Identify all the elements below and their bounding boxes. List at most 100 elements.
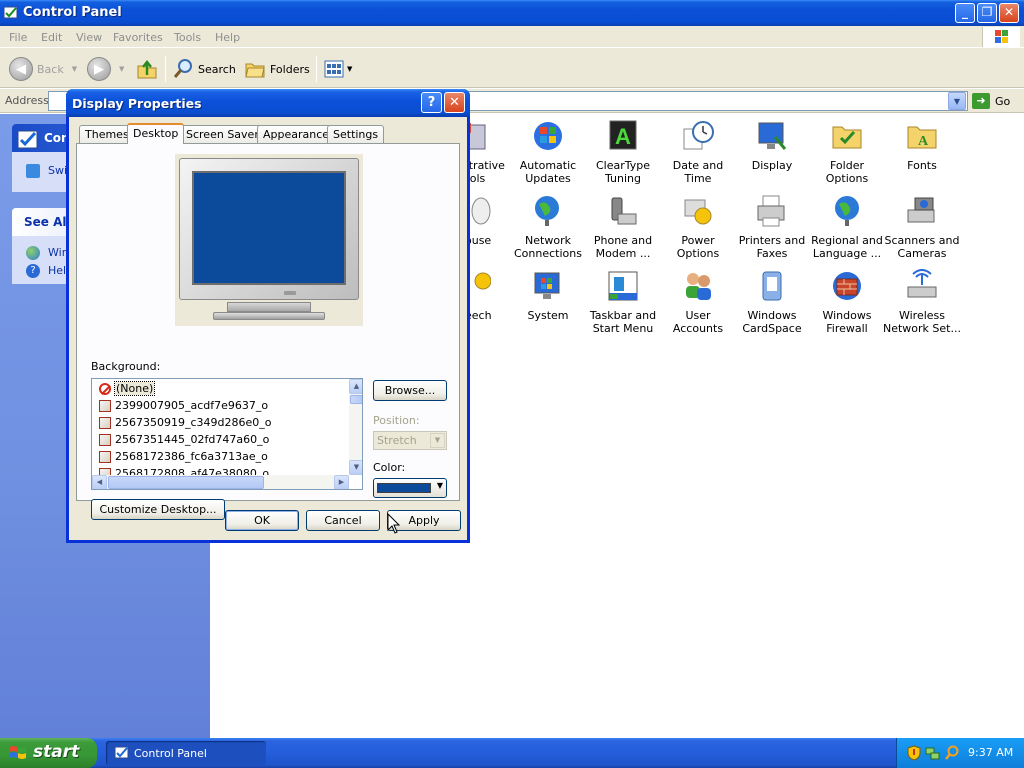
menu-edit[interactable]: Edit [41,31,62,44]
windows-logo-icon [982,27,1020,47]
menu-help[interactable]: Help [215,31,240,44]
network-status-icon[interactable] [925,745,941,761]
windows-firewall-item[interactable]: Windows Firewall [808,269,886,335]
scanners-cameras-item[interactable]: Scanners and Cameras [883,194,961,260]
ok-button[interactable]: OK [225,510,299,531]
window-title: Control Panel [23,5,122,20]
start-button[interactable]: start [0,738,97,768]
scroll-down-icon[interactable]: ▼ [349,460,362,475]
vertical-scrollbar[interactable]: ▲ ▼ [349,379,362,475]
chevron-down-icon: ▼ [71,65,78,73]
cleartype-tuning-item[interactable]: A ClearType Tuning [584,119,662,185]
list-item[interactable]: (None) [97,381,156,397]
address-dropdown-button[interactable]: ▼ [948,92,966,110]
menu-view[interactable]: View [76,31,102,44]
menu-tools[interactable]: Tools [174,31,201,44]
date-time-item[interactable]: Date and Time [659,119,737,185]
list-item[interactable]: 2399007905_acdf7e9637_o [97,398,268,414]
list-item[interactable]: 2567350919_c349d286e0_o [97,415,272,431]
desktop-tab-panel: Background: (None) 2399007905_acdf7e9637… [76,143,460,520]
browse-button[interactable]: Browse... [373,380,447,401]
firewall-icon [830,269,864,303]
user-accounts-item[interactable]: User Accounts [659,269,737,335]
address-label: Address [5,94,49,107]
desktop-preview-screen [192,171,346,285]
tab-appearance[interactable]: Appearance [257,125,336,143]
users-icon [681,269,715,303]
views-button[interactable]: ▼ [323,56,352,82]
control-panel-icon [3,6,18,19]
help-icon: ? [26,264,40,278]
phone-modem-item[interactable]: Phone and Modem ... [584,194,662,260]
position-select[interactable]: Stretch ▼ [373,431,447,450]
menu-bar: File Edit View Favorites Tools Help [0,26,1024,48]
restore-button[interactable]: ❐ [977,3,997,23]
svg-text:A: A [918,134,929,149]
taskbar-start-menu-item[interactable]: Taskbar and Start Menu [584,269,662,335]
folder-options-item[interactable]: Folder Options [808,119,886,185]
search-icon[interactable] [944,745,960,761]
wireless-icon [905,269,939,303]
close-button[interactable]: ✕ [999,3,1019,23]
back-button[interactable]: ◀ Back ▼ [9,56,77,82]
regional-language-item[interactable]: Regional and Language ... [808,194,886,260]
background-list[interactable]: (None) 2399007905_acdf7e9637_o 256735091… [91,378,363,490]
cleartype-icon: A [606,119,640,153]
help-button[interactable]: ? [421,92,442,113]
position-label: Position: [373,414,420,427]
tab-desktop[interactable]: Desktop [127,123,185,144]
scanner-icon [905,194,939,228]
globe-icon [830,194,864,228]
network-globe-icon [531,194,565,228]
color-picker-button[interactable]: ▼ [373,478,447,498]
up-folder-button[interactable] [136,56,158,82]
fonts-item[interactable]: A Fonts [883,119,961,172]
list-item[interactable]: 2567351445_02fd747a60_o [97,432,269,448]
monitor-base [213,312,325,320]
monitor-preview [175,154,363,326]
tab-screen-saver[interactable]: Screen Saver [180,125,265,143]
taskbar-icon [606,269,640,303]
power-icon [681,194,715,228]
color-swatch [377,483,431,493]
folder-options-icon [830,119,864,153]
list-item[interactable]: 2568172386_fc6a3713ae_o [97,449,268,465]
forward-button[interactable]: ▶ ▼ [87,56,124,82]
tab-settings[interactable]: Settings [327,125,385,143]
control-panel-icon [114,746,129,759]
wireless-network-setup-item[interactable]: Wireless Network Set... [883,269,961,335]
network-connections-item[interactable]: Network Connections [509,194,587,260]
go-button[interactable]: ➜ Go [972,93,1010,109]
search-button[interactable]: Search [172,56,236,82]
dialog-titlebar[interactable]: Display Properties ? ✕ [66,89,470,117]
search-icon [173,59,192,78]
image-file-icon [99,434,111,446]
scrollbar-thumb[interactable] [108,476,264,489]
customize-desktop-button[interactable]: Customize Desktop... [91,499,225,520]
folders-button[interactable]: Folders [244,56,310,82]
monitor-stand [227,302,311,312]
forward-arrow-icon: ▶ [87,57,111,81]
scroll-left-icon[interactable]: ◀ [92,475,107,489]
scrollbar-thumb[interactable] [350,395,362,404]
horizontal-scrollbar[interactable]: ◀ ▶ [92,475,349,489]
image-file-icon [99,417,111,429]
display-item[interactable]: Display [733,119,811,172]
cancel-button[interactable]: Cancel [306,510,380,531]
chevron-down-icon: ▼ [436,481,443,490]
security-shield-icon[interactable] [907,745,921,761]
windows-cardspace-item[interactable]: Windows CardSpace [733,269,811,335]
power-options-item[interactable]: Power Options [659,194,737,260]
minimize-button[interactable]: _ [955,3,975,23]
windows-flag-icon [10,746,26,759]
scroll-right-icon[interactable]: ▶ [334,475,349,489]
taskbar-item-control-panel[interactable]: Control Panel [106,741,266,765]
printers-faxes-item[interactable]: Printers and Faxes [733,194,811,260]
system-item[interactable]: System [509,269,587,322]
menu-favorites[interactable]: Favorites [113,31,163,44]
scroll-up-icon[interactable]: ▲ [349,379,362,394]
dialog-close-button[interactable]: ✕ [444,92,465,113]
window-titlebar[interactable]: Control Panel _ ❐ ✕ [0,0,1024,26]
menu-file[interactable]: File [9,31,27,44]
automatic-updates-item[interactable]: Automatic Updates [509,119,587,185]
